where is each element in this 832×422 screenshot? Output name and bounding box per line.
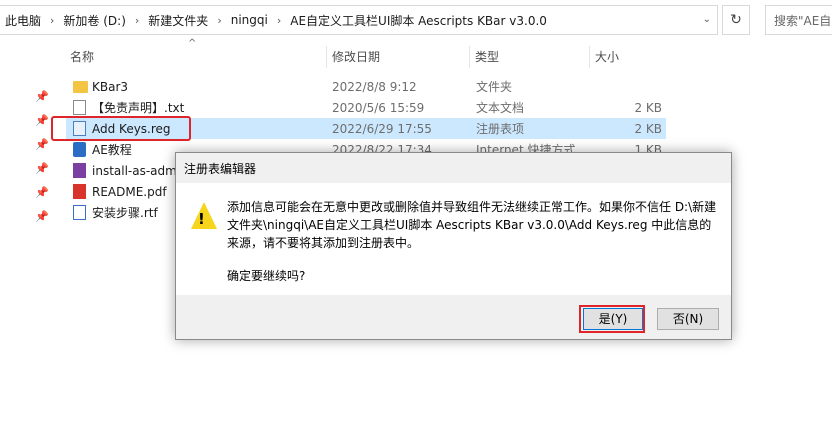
column-header-date[interactable]: 修改日期 (326, 46, 469, 68)
pin-icon: 📌 (35, 186, 49, 199)
chevron-down-icon[interactable]: ⌄ (703, 14, 711, 25)
file-row[interactable]: 【免责声明】.txt 2020/5/6 15:59 文本文档 2 KB (66, 97, 666, 118)
pin-icon: 📌 (35, 138, 49, 151)
file-size: 2 KB (634, 121, 662, 136)
no-button[interactable]: 否(N) (657, 308, 719, 330)
dialog-body: ! 添加信息可能会在无意中更改或删除值并导致组件无法继续正常工作。如果你不信任 … (176, 183, 731, 295)
pin-icon: 📌 (35, 114, 49, 127)
address-bar[interactable]: 此电脑 › 新加卷 (D:) › 新建文件夹 › ningqi › AE自定义工… (0, 5, 718, 35)
file-type: 注册表项 (476, 122, 525, 136)
pin-icon: 📌 (35, 90, 49, 103)
breadcrumb-separator-icon: › (217, 13, 222, 27)
rtf-file-icon (73, 205, 86, 220)
file-date: 2022/6/29 17:55 (332, 121, 432, 136)
file-type: 文本文档 (476, 101, 525, 115)
file-size: 2 KB (634, 100, 662, 115)
breadcrumb-drive[interactable]: 新加卷 (D:) (58, 12, 130, 29)
dialog-confirm-question: 确定要继续吗? (227, 269, 306, 283)
file-row[interactable]: KBar3 2022/8/8 9:12 文件夹 (66, 76, 666, 97)
folder-icon (73, 81, 88, 93)
column-header-type[interactable]: 类型 (469, 46, 589, 68)
breadcrumb-folder[interactable]: 新建文件夹 (143, 12, 213, 29)
refresh-button[interactable]: ↻ (722, 5, 750, 35)
annotation-highlight-box (51, 116, 191, 141)
dialog-title: 注册表编辑器 (184, 162, 257, 176)
breadcrumb-separator-icon: › (276, 13, 282, 27)
file-date: 2020/5/6 15:59 (332, 100, 425, 115)
column-header-name[interactable]: 名称 (64, 46, 326, 68)
registry-editor-dialog: 注册表编辑器 ! 添加信息可能会在无意中更改或删除值并导致组件无法继续正常工作。… (175, 152, 732, 340)
text-file-icon (73, 100, 86, 115)
file-name: AE教程 (92, 143, 132, 157)
breadcrumb-this-pc[interactable]: 此电脑 (0, 12, 46, 29)
file-name: 【免责声明】.txt (92, 101, 185, 115)
batch-file-icon (73, 163, 86, 178)
breadcrumb-current[interactable]: AE自定义工具栏UI脚本 Aescripts KBar v3.0.0 (285, 12, 552, 29)
search-input[interactable]: 搜索"AE自定义工具栏UI脚本 Aescripts KBar v3.0.0" (765, 5, 832, 35)
warning-exclamation-icon: ! (198, 210, 205, 228)
file-date: 2022/8/8 9:12 (332, 79, 417, 94)
annotation-highlight-box (579, 305, 645, 333)
pdf-file-icon (73, 184, 86, 199)
breadcrumb-ningqi[interactable]: ningqi (226, 13, 273, 27)
file-name: KBar3 (92, 79, 129, 94)
file-name: 安装步骤.rtf (92, 206, 158, 220)
pin-icon: 📌 (35, 162, 49, 175)
breadcrumb-separator-icon: › (134, 13, 140, 27)
refresh-icon: ↻ (730, 12, 742, 28)
pin-icon: 📌 (35, 210, 49, 223)
file-name: install-as-adm (92, 163, 177, 178)
internet-shortcut-icon (73, 142, 86, 157)
file-type: 文件夹 (476, 80, 513, 94)
file-name: README.pdf (92, 184, 167, 199)
breadcrumb-separator-icon: › (50, 13, 55, 27)
dialog-message: 添加信息可能会在无意中更改或删除值并导致组件无法继续正常工作。如果你不信任 D:… (227, 200, 717, 250)
column-header-size[interactable]: 大小 (589, 46, 669, 68)
